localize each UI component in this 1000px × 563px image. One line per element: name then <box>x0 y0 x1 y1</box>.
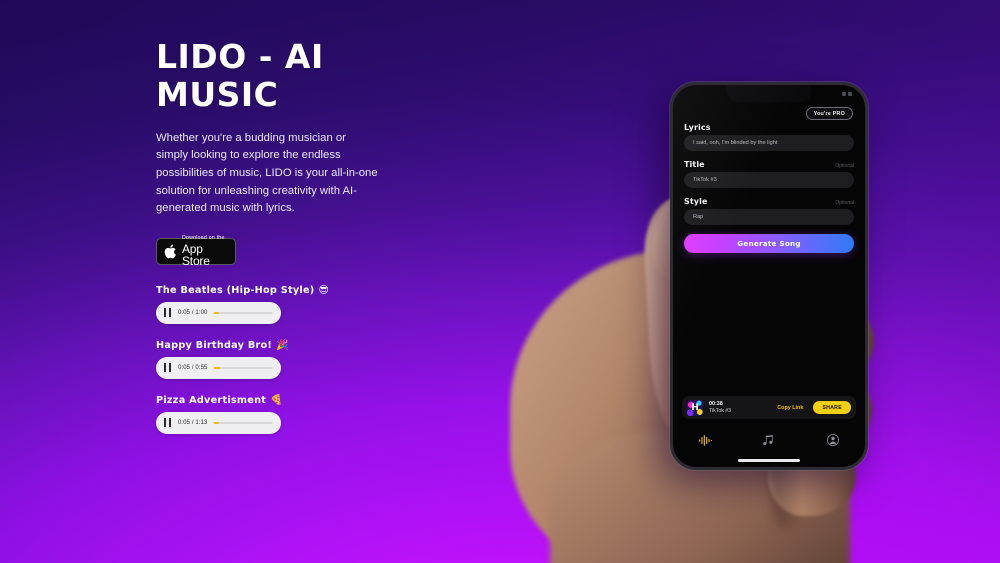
track-item: Happy Birthday Bro! 🎉 0:05 / 0:55 <box>156 340 416 379</box>
mini-player-time: 00:38 <box>709 400 723 407</box>
copy-link-button[interactable]: Copy Link <box>777 405 803 411</box>
pause-icon[interactable] <box>164 363 171 373</box>
app-store-small-label: Download on the <box>182 235 225 242</box>
tab-profile[interactable] <box>801 434 865 446</box>
track-title: Pizza Advertisment <box>156 394 267 406</box>
progress-fill <box>214 366 220 370</box>
audio-player[interactable]: 0:05 / 0:55 <box>156 356 281 379</box>
mini-player-bar: 00:38 TikTok #3 Copy Link SHARE <box>682 396 856 419</box>
track-time: 0:05 / 1:13 <box>178 419 208 426</box>
hero-content: LIDO - AI MUSIC Whether you're a budding… <box>156 38 416 450</box>
track-title-row: Happy Birthday Bro! 🎉 <box>156 340 416 351</box>
pro-badge[interactable]: You're PRO <box>805 107 853 120</box>
tab-sound-wave[interactable] <box>673 434 737 446</box>
mini-player-meta: 00:38 TikTok #3 <box>709 401 771 415</box>
smartphone-mockup: You're PRO Lyrics I said, ooh, I'm blind… <box>670 82 868 470</box>
mini-player-title: TikTok #3 <box>709 408 732 415</box>
track-emoji: 🎉 <box>276 339 289 351</box>
apple-logo-icon <box>164 244 176 259</box>
track-title-row: Pizza Advertisment 🍕 <box>156 395 416 406</box>
app-store-big-label: App Store <box>182 241 210 268</box>
progress-fill <box>214 311 220 315</box>
status-bar-icons <box>842 92 852 96</box>
progress-bar[interactable] <box>214 311 273 315</box>
style-label: Style <box>684 197 708 206</box>
bottom-tab-bar <box>673 427 865 453</box>
title-input[interactable]: TikTok #3 <box>684 172 854 188</box>
hero-description: Whether you're a budding musician or sim… <box>156 131 378 215</box>
track-item: The Beatles (Hip-Hop Style) 😎 0:05 / 1:0… <box>156 285 416 324</box>
sound-wave-icon <box>698 434 712 446</box>
music-notes-icon <box>763 434 773 445</box>
lyrics-field-row: Lyrics <box>684 123 854 132</box>
progress-bar[interactable] <box>214 421 273 425</box>
style-field-row: Style Optional <box>684 197 854 206</box>
style-optional-tag: Optional <box>835 200 854 206</box>
app-store-download-button[interactable]: Download on the App Store <box>156 235 236 268</box>
page-title: LIDO - AI MUSIC <box>156 37 324 114</box>
share-button[interactable]: SHARE <box>813 401 851 414</box>
generate-song-button[interactable]: Generate Song <box>684 234 854 253</box>
audio-player[interactable]: 0:05 / 1:00 <box>156 301 281 324</box>
progress-bar[interactable] <box>214 366 273 370</box>
audio-player[interactable]: 0:05 / 1:13 <box>156 411 281 434</box>
sample-tracks-list: The Beatles (Hip-Hop Style) 😎 0:05 / 1:0… <box>156 285 416 434</box>
track-title-row: The Beatles (Hip-Hop Style) 😎 <box>156 285 416 296</box>
track-item: Pizza Advertisment 🍕 0:05 / 1:13 <box>156 395 416 434</box>
title-field-row: Title Optional <box>684 160 854 169</box>
track-title: The Beatles (Hip-Hop Style) <box>156 284 315 296</box>
track-time: 0:05 / 1:00 <box>178 309 208 316</box>
pause-icon[interactable] <box>164 418 171 428</box>
profile-icon <box>827 434 839 446</box>
song-generation-form: Lyrics I said, ooh, I'm blinded by the l… <box>684 123 854 253</box>
album-art-icon <box>687 399 703 416</box>
title-optional-tag: Optional <box>835 163 854 169</box>
track-emoji: 🍕 <box>270 394 283 406</box>
style-input[interactable]: Rap <box>684 209 854 225</box>
phone-in-hand-photo: You're PRO Lyrics I said, ooh, I'm blind… <box>480 0 1000 563</box>
lyrics-label: Lyrics <box>684 123 711 132</box>
lyrics-input[interactable]: I said, ooh, I'm blinded by the light <box>684 135 854 151</box>
track-time: 0:05 / 0:55 <box>178 364 208 371</box>
status-bar <box>673 89 865 99</box>
tab-music-notes[interactable] <box>737 434 801 446</box>
wifi-icon <box>848 92 852 96</box>
home-indicator <box>738 459 800 462</box>
progress-fill <box>214 421 219 425</box>
title-label: Title <box>684 160 705 169</box>
signal-icon <box>842 92 846 96</box>
track-emoji: 😎 <box>318 284 330 296</box>
pause-icon[interactable] <box>164 308 171 318</box>
track-title: Happy Birthday Bro! <box>156 339 273 351</box>
app-store-labels: Download on the App Store <box>182 235 228 268</box>
phone-screen: You're PRO Lyrics I said, ooh, I'm blind… <box>673 85 865 467</box>
